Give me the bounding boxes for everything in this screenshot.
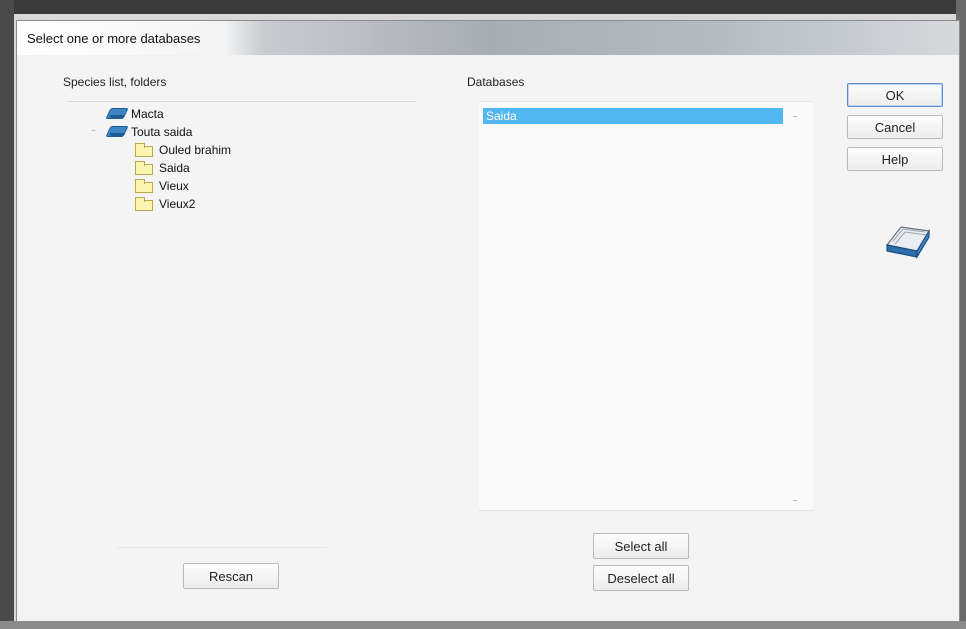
folder-icon bbox=[135, 142, 153, 157]
tree-item-label: Macta bbox=[131, 107, 164, 121]
tree-item-touta-saida[interactable]: Touta saida bbox=[107, 123, 192, 141]
rescan-button[interactable]: Rescan bbox=[183, 563, 279, 589]
species-list-label: Species list, folders bbox=[63, 75, 167, 89]
tree-bottom-separator bbox=[117, 547, 327, 548]
screen-frame-top bbox=[0, 0, 966, 14]
databases-listbox[interactable]: Saida bbox=[479, 101, 813, 511]
tree-item-saida[interactable]: Saida bbox=[135, 159, 190, 177]
scroll-indicator-top bbox=[793, 116, 797, 117]
folder-icon bbox=[135, 196, 153, 211]
listbox-bottom-border bbox=[479, 510, 813, 511]
species-folder-tree[interactable]: Macta – Touta saida Ouled brahim Saida V… bbox=[85, 103, 425, 243]
tree-item-macta[interactable]: Macta bbox=[107, 105, 164, 123]
tree-item-label: Touta saida bbox=[131, 125, 193, 139]
screen-frame-bottom bbox=[0, 621, 966, 629]
tree-item-label: Vieux2 bbox=[159, 197, 196, 211]
list-item-saida[interactable]: Saida bbox=[483, 108, 783, 124]
tree-item-label: Saida bbox=[159, 161, 190, 175]
screen-frame-left bbox=[0, 0, 14, 629]
ok-button[interactable]: OK bbox=[847, 83, 943, 107]
database-icon bbox=[107, 126, 125, 138]
tree-collapse-icon[interactable]: – bbox=[91, 125, 96, 136]
tree-item-label: Vieux bbox=[159, 179, 189, 193]
select-all-button[interactable]: Select all bbox=[593, 533, 689, 559]
scroll-indicator-bottom bbox=[793, 500, 797, 501]
tree-item-ouled-brahim[interactable]: Ouled brahim bbox=[135, 141, 231, 159]
cancel-button[interactable]: Cancel bbox=[847, 115, 943, 139]
dialog-title: Select one or more databases bbox=[27, 31, 201, 46]
select-databases-dialog: Select one or more databases Species lis… bbox=[16, 20, 960, 622]
help-button[interactable]: Help bbox=[847, 147, 943, 171]
folder-icon bbox=[135, 178, 153, 193]
dialog-client-area: Species list, folders Macta – Touta said… bbox=[25, 57, 951, 617]
database-icon bbox=[107, 108, 125, 120]
deselect-all-button[interactable]: Deselect all bbox=[593, 565, 689, 591]
databases-label: Databases bbox=[467, 75, 525, 89]
species-list-separator bbox=[67, 101, 417, 102]
card-index-icon bbox=[885, 226, 930, 260]
folder-icon bbox=[135, 160, 153, 175]
dialog-titlebar[interactable]: Select one or more databases bbox=[17, 21, 959, 55]
tree-item-vieux[interactable]: Vieux bbox=[135, 177, 189, 195]
tree-item-label: Ouled brahim bbox=[159, 143, 232, 157]
tree-item-vieux2[interactable]: Vieux2 bbox=[135, 195, 195, 213]
